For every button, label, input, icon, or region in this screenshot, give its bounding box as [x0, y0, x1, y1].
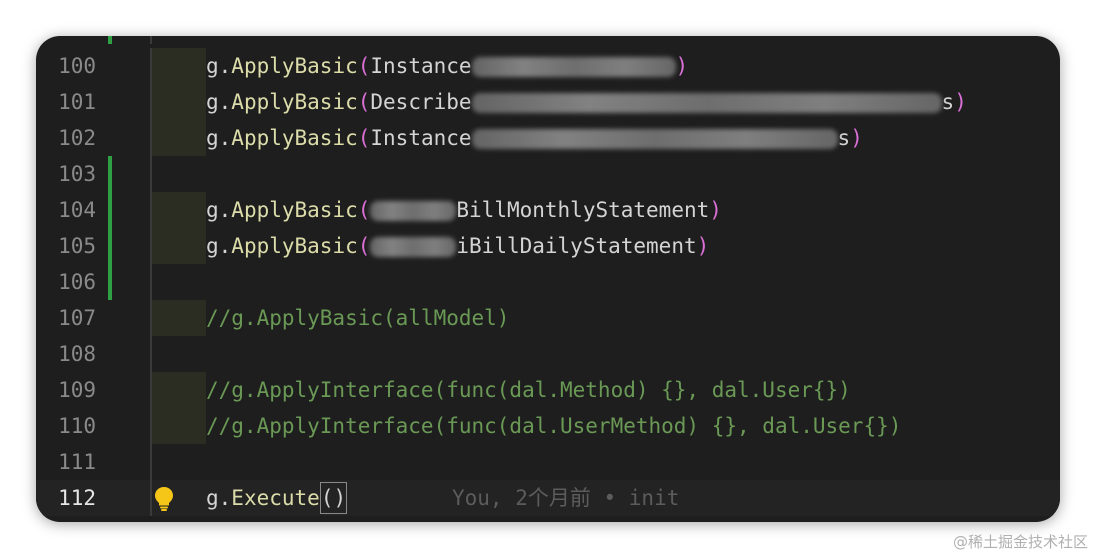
receiver: g.: [206, 90, 232, 114]
watermark: @稀土掘金技术社区: [952, 533, 1088, 551]
argument-suffix: BillMonthlyStatement: [456, 198, 710, 222]
paren-close: ): [850, 126, 863, 150]
argument-suffix: s: [941, 90, 955, 114]
code-line-111[interactable]: 111: [36, 444, 1060, 480]
code-text: g.ApplyBasic( BillMonthlyStatement): [206, 192, 722, 228]
indent-guide: [150, 336, 152, 372]
indent-guide: [150, 156, 152, 192]
line-number: 101: [58, 90, 96, 114]
code-line-101[interactable]: 101 g.ApplyBasic(Describe s): [36, 84, 1060, 120]
argument-visible: Describe: [370, 90, 472, 114]
line-number: 104: [58, 198, 96, 222]
indent-guide: [150, 264, 152, 300]
indent-guide: [150, 36, 152, 44]
paren-open: (: [357, 234, 371, 258]
paren-close: ): [954, 90, 967, 114]
indent-highlight: [152, 300, 206, 336]
code-line-108[interactable]: 108: [36, 336, 1060, 372]
indent-highlight: [152, 408, 206, 444]
argument-visible: Instance: [370, 54, 472, 78]
git-added-marker: [108, 228, 112, 264]
line-number: 108: [58, 342, 96, 366]
code-line-112[interactable]: 112 g.Execute() You, 2个月前 • init: [36, 480, 1060, 516]
code-line-105[interactable]: 105 g.ApplyBasic( iBillDailyStatement): [36, 228, 1060, 264]
function-name: Execute: [231, 486, 320, 510]
code-text: g.ApplyBasic(Describe s): [206, 84, 967, 120]
line-number: 112: [58, 486, 96, 510]
function-name: ApplyBasic: [231, 234, 358, 258]
git-added-marker: [108, 264, 112, 300]
line-number: 110: [58, 414, 96, 438]
line-number: 111: [58, 450, 96, 474]
code-line-102[interactable]: 102 g.ApplyBasic(Instance s): [36, 120, 1060, 156]
code-line-103[interactable]: 103: [36, 156, 1060, 192]
line-number: 103: [58, 162, 96, 186]
code-line-110[interactable]: 110 //g.ApplyInterface(func(dal.UserMeth…: [36, 408, 1060, 444]
line-number: 106: [58, 270, 96, 294]
code-text: g.Execute(): [206, 480, 348, 516]
receiver: g.: [206, 234, 232, 258]
paren-open: (: [357, 54, 371, 78]
paren-open: (: [357, 126, 371, 150]
git-added-marker: [108, 192, 112, 228]
git-added-marker: [108, 36, 112, 44]
code-comment: //g.ApplyInterface(func(dal.UserMethod) …: [206, 414, 902, 438]
code-text: g.ApplyBasic(Instance s): [206, 120, 863, 156]
code-line-109[interactable]: 109 //g.ApplyInterface(func(dal.Method) …: [36, 372, 1060, 408]
redacted-text: [471, 129, 838, 149]
line-number: 109: [58, 378, 96, 402]
code-line-partial: [36, 36, 1060, 44]
paren-close: ): [709, 198, 722, 222]
indent-highlight: [152, 372, 206, 408]
argument-visible: Instance: [370, 126, 472, 150]
code-line-107[interactable]: 107 //g.ApplyBasic(allModel): [36, 300, 1060, 336]
function-name: ApplyBasic: [231, 126, 358, 150]
indent-highlight: [152, 228, 206, 264]
line-number: 107: [58, 306, 96, 330]
git-added-marker: [108, 156, 112, 192]
paren-close: ): [675, 54, 689, 78]
receiver: g.: [206, 54, 232, 78]
code-comment: //g.ApplyInterface(func(dal.Method) {}, …: [206, 378, 851, 402]
code-text: g.ApplyBasic( iBillDailyStatement): [206, 228, 709, 264]
function-name: ApplyBasic: [231, 90, 358, 114]
paren-close: ): [696, 234, 710, 258]
indent-highlight: [152, 192, 206, 228]
code-line-104[interactable]: 104 g.ApplyBasic( BillMonthlyStatement): [36, 192, 1060, 228]
redacted-text: [471, 93, 942, 113]
function-name: ApplyBasic: [231, 198, 358, 222]
redacted-text: [370, 237, 457, 257]
indent-highlight: [152, 84, 206, 120]
indent-highlight: [152, 48, 206, 84]
line-number: 102: [58, 126, 96, 150]
line-number: 100: [58, 54, 96, 78]
indent-guide: [150, 444, 152, 480]
function-name: ApplyBasic: [231, 54, 358, 78]
redacted-text: [370, 201, 457, 221]
argument-suffix: s: [837, 126, 851, 150]
code-comment: //g.ApplyBasic(allModel): [206, 306, 510, 330]
code-text: g.ApplyBasic(Instance): [206, 48, 688, 84]
receiver: g.: [206, 486, 232, 510]
code-line-106[interactable]: 106: [36, 264, 1060, 300]
git-blame-annotation: You, 2个月前 • init: [452, 486, 680, 510]
argument-suffix: iBillDailyStatement: [456, 234, 697, 258]
paren-open: (: [357, 90, 371, 114]
paren-open: (: [357, 198, 371, 222]
receiver: g.: [206, 126, 232, 150]
code-line-100[interactable]: 100 g.ApplyBasic(Instance): [36, 48, 1060, 84]
line-number: 105: [58, 234, 96, 258]
redacted-text: [471, 57, 676, 77]
receiver: g.: [206, 198, 232, 222]
code-editor[interactable]: 100 g.ApplyBasic(Instance) 101 g.ApplyBa…: [36, 36, 1060, 522]
lightbulb-icon[interactable]: [152, 486, 176, 512]
indent-highlight: [152, 120, 206, 156]
bracket-match: (): [319, 481, 348, 514]
